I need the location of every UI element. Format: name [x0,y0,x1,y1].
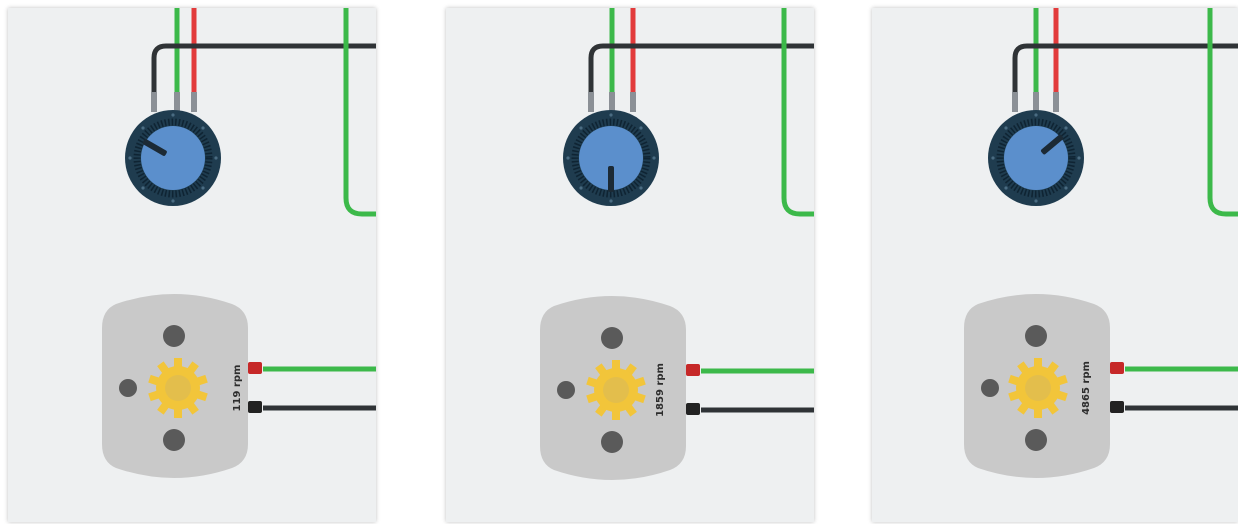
pot-knob[interactable] [141,126,205,190]
circuit-diagram-2: 1859 rpm [540,8,814,480]
rpm-readout: 119 rpm [232,365,243,412]
pot-terminal [1012,92,1018,112]
dc-motor[interactable]: 119 rpm [102,294,248,478]
pot-terminal [174,92,180,112]
green-wire-right [343,8,376,217]
potentiometer[interactable] [988,110,1084,206]
motor-screw-hole [601,327,623,349]
pot-terminal [609,92,615,112]
motor-terminal-red [248,362,262,374]
circuit-panel-1: 119 rpm [8,8,376,522]
circuit-panel-3: 4865 rpm [872,8,1238,522]
pot-terminal [151,92,157,112]
green-wire-right [781,8,814,217]
black-wire [588,43,814,98]
green-wire-right [1207,8,1238,217]
motor-terminal-red [1110,362,1124,374]
motor-screw-hole [119,379,137,397]
pot-terminal [191,92,197,112]
potentiometer[interactable] [125,110,221,206]
rpm-readout: 4865 rpm [1081,361,1092,415]
dc-motor[interactable]: 4865 rpm [964,294,1110,478]
motor-screw-hole [601,431,623,453]
circuit-panel-2: 1859 rpm [446,8,814,522]
black-wire [1012,43,1238,98]
motor-terminal-black [1110,401,1124,413]
dc-motor[interactable]: 1859 rpm [540,296,686,480]
circuit-diagram-3: 4865 rpm [964,8,1238,478]
pot-terminal [630,92,636,112]
knob-pointer [608,166,614,192]
motor-terminal-black [248,401,262,413]
black-wire [151,43,376,98]
motor-terminal-black [686,403,700,415]
rpm-readout: 1859 rpm [655,363,666,417]
pot-terminal [1053,92,1059,112]
motor-screw-hole [163,429,185,451]
motor-screw-hole [557,381,575,399]
pot-terminal [588,92,594,112]
circuit-diagram-1: 119 rpm [102,8,376,478]
motor-screw-hole [1025,429,1047,451]
motor-screw-hole [981,379,999,397]
motor-screw-hole [1025,325,1047,347]
motor-terminal-red [686,364,700,376]
potentiometer[interactable] [563,110,659,206]
motor-screw-hole [163,325,185,347]
pot-terminal [1033,92,1039,112]
